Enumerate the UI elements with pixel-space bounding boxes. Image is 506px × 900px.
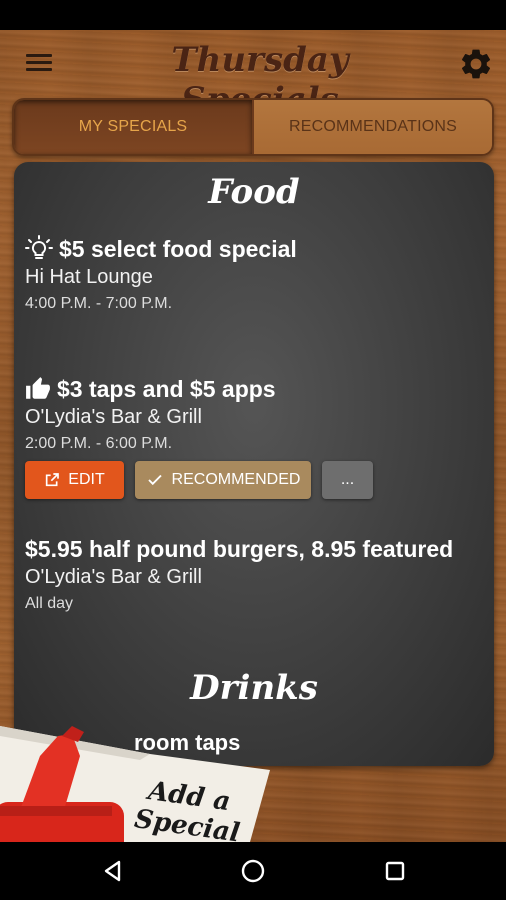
special-title: $5 select food special (59, 235, 297, 262)
special-item[interactable]: $5.95 half pound burgers, 8.95 featured … (25, 534, 485, 613)
navigation-bar (0, 842, 506, 900)
special-actions: EDIT RECOMMENDED ... (25, 461, 485, 499)
menu-icon (26, 54, 52, 57)
tab-bar: MY SPECIALS RECOMMENDATIONS (12, 98, 494, 156)
special-item[interactable]: $3 taps and $5 apps O'Lydia's Bar & Gril… (25, 374, 485, 499)
more-button[interactable]: ... (322, 461, 373, 499)
tab-recommendations[interactable]: RECOMMENDATIONS (252, 100, 492, 154)
back-icon (104, 860, 121, 882)
special-venue: O'Lydia's Bar & Grill (25, 406, 202, 428)
special-item[interactable]: $5 select food special Hi Hat Lounge 4:0… (25, 234, 485, 313)
special-title: $5.95 half pound burgers, 8.95 featured (25, 535, 454, 562)
recommended-button[interactable]: RECOMMENDED (135, 461, 311, 499)
status-bar (0, 0, 506, 30)
special-time: 2:00 P.M. - 6:00 P.M. (25, 435, 173, 452)
edit-icon (46, 473, 60, 487)
thumbs-up-icon (25, 376, 51, 402)
gear-icon (461, 49, 491, 79)
tab-my-specials[interactable]: MY SPECIALS (14, 100, 252, 154)
add-special-button[interactable]: Add a Special (0, 726, 270, 842)
menu-button[interactable] (22, 50, 56, 80)
home-icon (241, 859, 265, 883)
special-time: 4:00 P.M. - 7:00 P.M. (25, 295, 173, 312)
special-time: All day (25, 595, 74, 612)
section-title-drinks: Drinks (190, 668, 318, 708)
home-button[interactable] (236, 854, 270, 888)
specials-board[interactable]: Food $5 select food special Hi Hat Loung… (14, 162, 494, 766)
back-button[interactable] (96, 854, 130, 888)
edit-button[interactable]: EDIT (25, 461, 124, 499)
app-bar: Thursday Specials (0, 30, 506, 120)
section-title-food: Food (208, 172, 300, 212)
settings-button[interactable] (458, 46, 494, 82)
special-venue: O'Lydia's Bar & Grill (25, 566, 202, 588)
recents-button[interactable] (378, 854, 412, 888)
special-title: $3 taps and $5 apps (57, 375, 276, 402)
special-venue: Hi Hat Lounge (25, 266, 153, 288)
check-icon (147, 474, 162, 486)
lightbulb-icon (25, 235, 53, 263)
recents-icon (385, 861, 405, 881)
